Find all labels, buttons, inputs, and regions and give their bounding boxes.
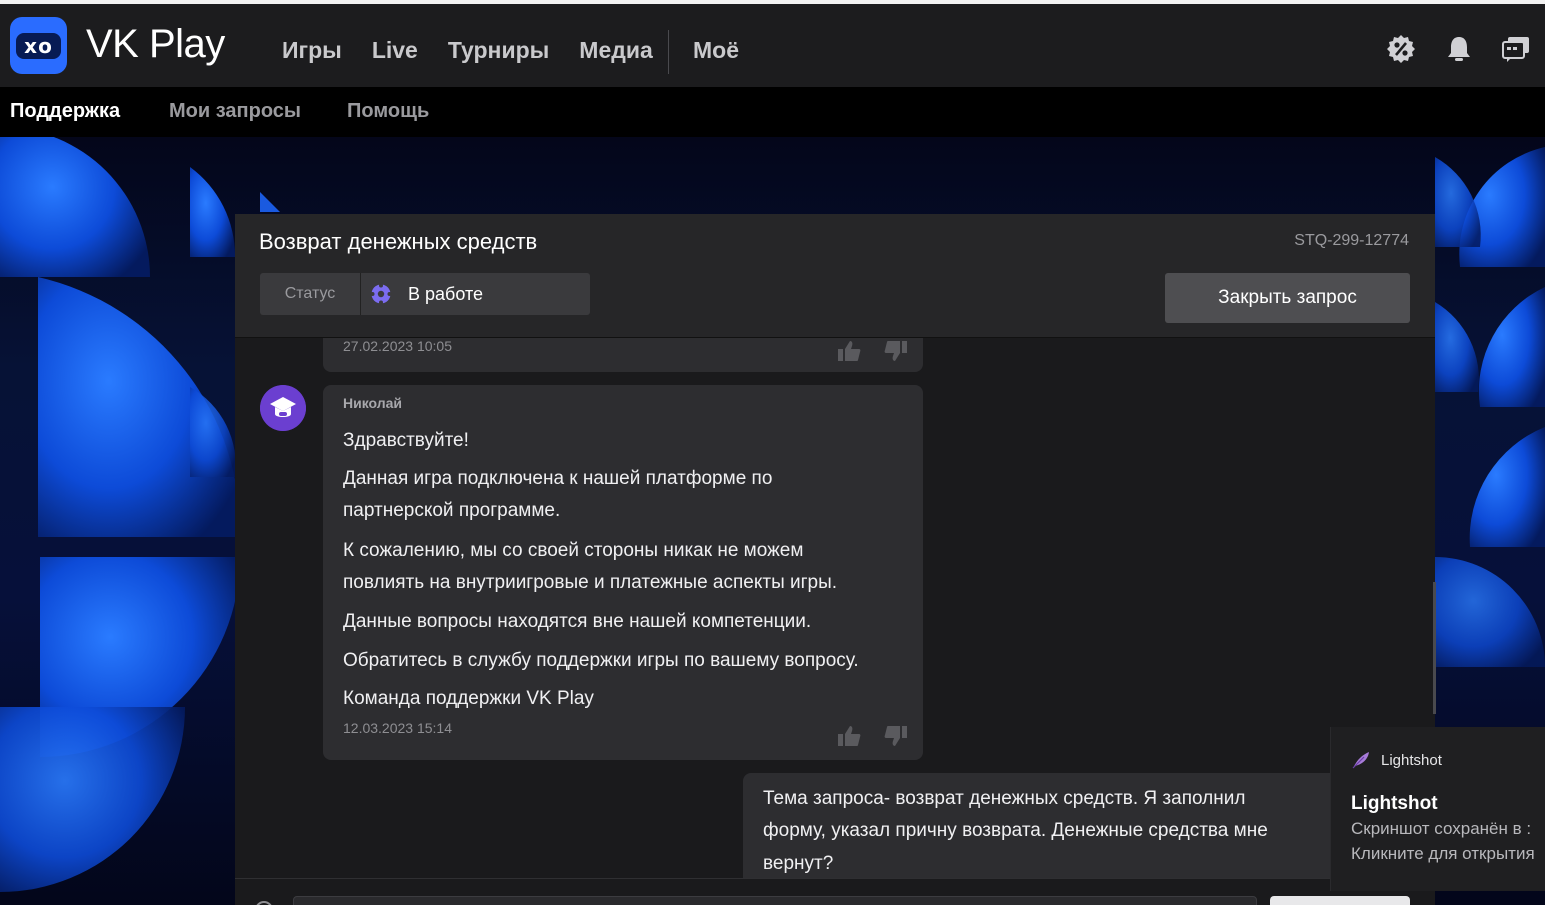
top-header: xo VK Play Игры Live Турниры Медиа Моё (0, 4, 1545, 87)
gear-icon (370, 283, 392, 305)
vk-play-logo[interactable]: xo (10, 17, 67, 74)
main-nav: Игры Live Турниры Медиа (282, 37, 683, 64)
scrollbar[interactable] (1433, 582, 1436, 714)
nav-item-games[interactable]: Игры (282, 37, 342, 64)
nav-item-mine[interactable]: Моё (693, 37, 739, 64)
nav-item-tournaments[interactable]: Турниры (448, 37, 549, 64)
status-label: Статус (260, 273, 361, 315)
request-header: Возврат денежных средств STQ-299-12774 С… (235, 214, 1435, 338)
toast-line: Скриншот сохранён в : (1351, 819, 1532, 838)
message-line: повлиять на внутриигровые и платежные ас… (343, 572, 838, 593)
thumbs-up-icon[interactable] (836, 723, 862, 749)
attach-icon[interactable] (255, 901, 273, 905)
thumbs-down-icon[interactable] (883, 723, 909, 749)
message-line: вернут? (763, 853, 834, 874)
previous-message: 27.02.2023 10:05 (323, 338, 923, 372)
thumbs-up-icon[interactable] (836, 338, 862, 364)
subnav-item-support[interactable]: Поддержка (10, 100, 120, 123)
message-line: Тема запроса- возврат денежных средств. … (763, 788, 1246, 809)
subnav-item-help[interactable]: Помощь (347, 100, 429, 123)
subnav-item-my-requests[interactable]: Мои запросы (169, 100, 301, 123)
message-input[interactable] (293, 896, 1257, 905)
toast-title: Lightshot (1351, 793, 1438, 814)
message-author: Николай (343, 395, 403, 411)
message-line: Здравствуйте! (343, 430, 469, 451)
nav-item-media[interactable]: Медиа (579, 37, 652, 64)
logo-mark: xo (16, 33, 61, 59)
message-line: форму, указал причну возврата. Денежные … (763, 820, 1268, 841)
lightshot-notification[interactable]: Lightshot Lightshot Скриншот сохранён в … (1330, 727, 1545, 891)
toast-app-name: Lightshot (1381, 752, 1442, 769)
nav-divider (668, 30, 669, 74)
message-line: Данные вопросы находятся вне нашей компе… (343, 611, 812, 632)
bell-icon[interactable] (1444, 34, 1474, 64)
close-request-button[interactable]: Закрыть запрос (1165, 273, 1410, 323)
message-line: Команда поддержки VK Play (343, 688, 594, 709)
send-button[interactable] (1270, 896, 1410, 905)
nav-item-live[interactable]: Live (372, 37, 418, 64)
message-time: 12.03.2023 15:14 (343, 720, 452, 736)
messages-icon[interactable] (1501, 34, 1531, 64)
status-box: Статус В работе (260, 273, 590, 315)
request-id: STQ-299-12774 (1294, 232, 1409, 249)
message-line: Обратитесь в службу поддержки игры по ва… (343, 650, 859, 671)
support-avatar (260, 385, 306, 431)
message-composer (235, 878, 1435, 905)
sub-nav: Поддержка Мои запросы Помощь (0, 87, 1545, 137)
message-time: 27.02.2023 10:05 (343, 338, 452, 354)
thumbs-down-icon[interactable] (883, 338, 909, 364)
toast-line: Кликните для открытия (1351, 844, 1535, 863)
status-value: В работе (408, 284, 484, 304)
request-panel: Возврат денежных средств STQ-299-12774 С… (235, 214, 1435, 905)
discount-icon[interactable] (1386, 34, 1416, 64)
request-title: Возврат денежных средств (259, 229, 538, 254)
message-line: партнерской программе. (343, 500, 561, 521)
support-message: Николай Здравствуйте! Данная игра подклю… (323, 385, 923, 760)
message-line: Данная игра подключена к нашей платформе… (343, 468, 773, 489)
brand-name[interactable]: VK Play (86, 22, 225, 67)
message-line: К сожалению, мы со своей стороны никак н… (343, 540, 804, 561)
feather-icon (1352, 752, 1369, 769)
